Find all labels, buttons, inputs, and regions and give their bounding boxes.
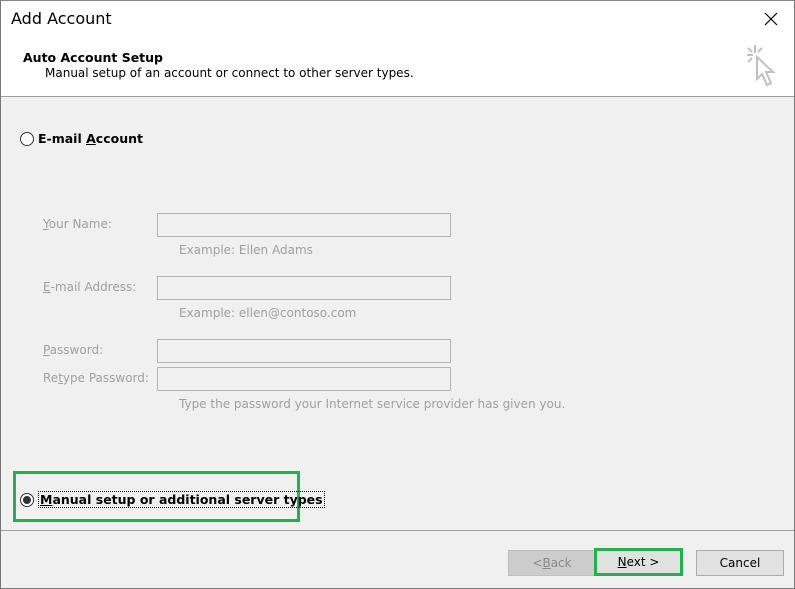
email-address-field[interactable] bbox=[157, 276, 451, 300]
password-field[interactable] bbox=[157, 339, 451, 363]
title-bar: Add Account bbox=[1, 1, 794, 37]
click-cursor-icon bbox=[747, 45, 776, 87]
your-name-field[interactable] bbox=[157, 213, 451, 237]
header-subtitle: Manual setup of an account or connect to… bbox=[45, 66, 414, 80]
retype-password-label: Retype Password: bbox=[43, 371, 149, 385]
email-account-radio[interactable] bbox=[20, 131, 34, 146]
add-account-dialog: Add Account Auto Account Setup Manual se… bbox=[0, 0, 795, 589]
your-name-hint: Example: Ellen Adams bbox=[179, 243, 313, 257]
email-account-radio-option[interactable]: E-mail Account bbox=[20, 131, 143, 146]
next-button[interactable]: Next > bbox=[594, 548, 683, 576]
header-title: Auto Account Setup bbox=[23, 50, 163, 65]
header-panel: Auto Account Setup Manual setup of an ac… bbox=[1, 37, 794, 97]
close-button[interactable] bbox=[748, 1, 794, 37]
back-button[interactable]: < Back bbox=[508, 550, 596, 576]
close-icon bbox=[764, 12, 778, 26]
email-address-hint: Example: ellen@contoso.com bbox=[179, 306, 357, 320]
email-account-label: E-mail Account bbox=[38, 131, 143, 146]
footer-divider bbox=[1, 530, 794, 531]
your-name-label: Your Name: bbox=[43, 217, 112, 231]
password-label: Password: bbox=[43, 343, 104, 357]
retype-password-field[interactable] bbox=[157, 367, 451, 391]
window-title: Add Account bbox=[11, 9, 112, 28]
email-address-label: E-mail Address: bbox=[43, 280, 137, 294]
manual-setup-radio[interactable] bbox=[20, 492, 34, 507]
password-hint: Type the password your Internet service … bbox=[179, 397, 566, 411]
manual-setup-radio-option[interactable]: Manual setup or additional server types bbox=[20, 491, 325, 508]
manual-setup-label: Manual setup or additional server types bbox=[38, 491, 325, 508]
cancel-button[interactable]: Cancel bbox=[696, 550, 784, 576]
